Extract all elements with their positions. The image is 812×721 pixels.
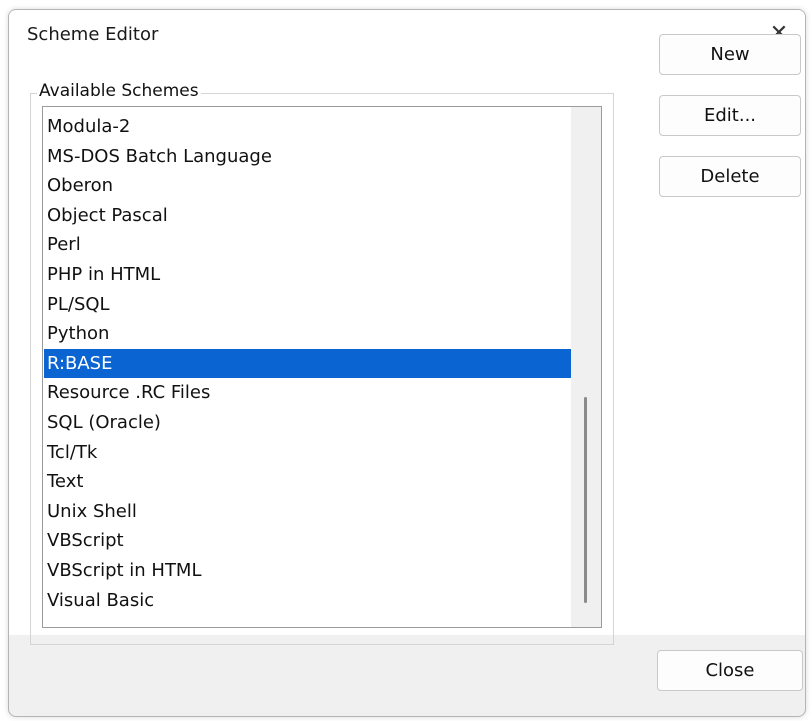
list-item[interactable]: Text [44,467,584,497]
edit-button[interactable]: Edit... [659,95,801,136]
vertical-scrollbar[interactable] [571,107,601,627]
list-item[interactable]: Object Pascal [44,201,584,231]
available-schemes-group: Available Schemes Modula-2 MS-DOS Batch L… [30,81,614,645]
list-item[interactable]: PL/SQL [44,290,584,320]
list-item[interactable]: Python [44,319,584,349]
dialog-content: Available Schemes Modula-2 MS-DOS Batch L… [9,60,805,645]
scrollbar-thumb[interactable] [584,397,587,603]
list-item[interactable]: R:BASE [44,348,584,379]
schemes-listbox[interactable]: Modula-2 MS-DOS Batch Language Oberon Objec… [42,106,602,628]
list-item[interactable]: Modula-2 [44,112,584,142]
list-item[interactable]: Resource .RC Files [44,378,584,408]
list-item[interactable]: SQL (Oracle) [44,408,584,438]
list-item[interactable]: Visual Basic [44,586,584,616]
group-label: Available Schemes [37,81,201,101]
scheme-editor-dialog: Scheme Editor ✕ Available Schemes Modula… [8,9,806,717]
list-item[interactable]: VBScript [44,526,584,556]
list-item[interactable]: VBScript in HTML [44,556,584,586]
delete-button[interactable]: Delete [659,156,801,197]
list-item[interactable]: Oberon [44,171,584,201]
list-item[interactable]: Tcl/Tk [44,438,584,468]
list-item[interactable]: Perl [44,230,584,260]
list-item[interactable]: PHP in HTML [44,260,584,290]
new-button[interactable]: New [659,34,801,75]
list-item[interactable]: Unix Shell [44,497,584,527]
schemes-list: Modula-2 MS-DOS Batch Language Oberon Objec… [44,112,584,615]
dialog-title: Scheme Editor [27,24,159,45]
list-item[interactable]: MS-DOS Batch Language [44,142,584,172]
close-button[interactable]: Close [657,650,803,691]
